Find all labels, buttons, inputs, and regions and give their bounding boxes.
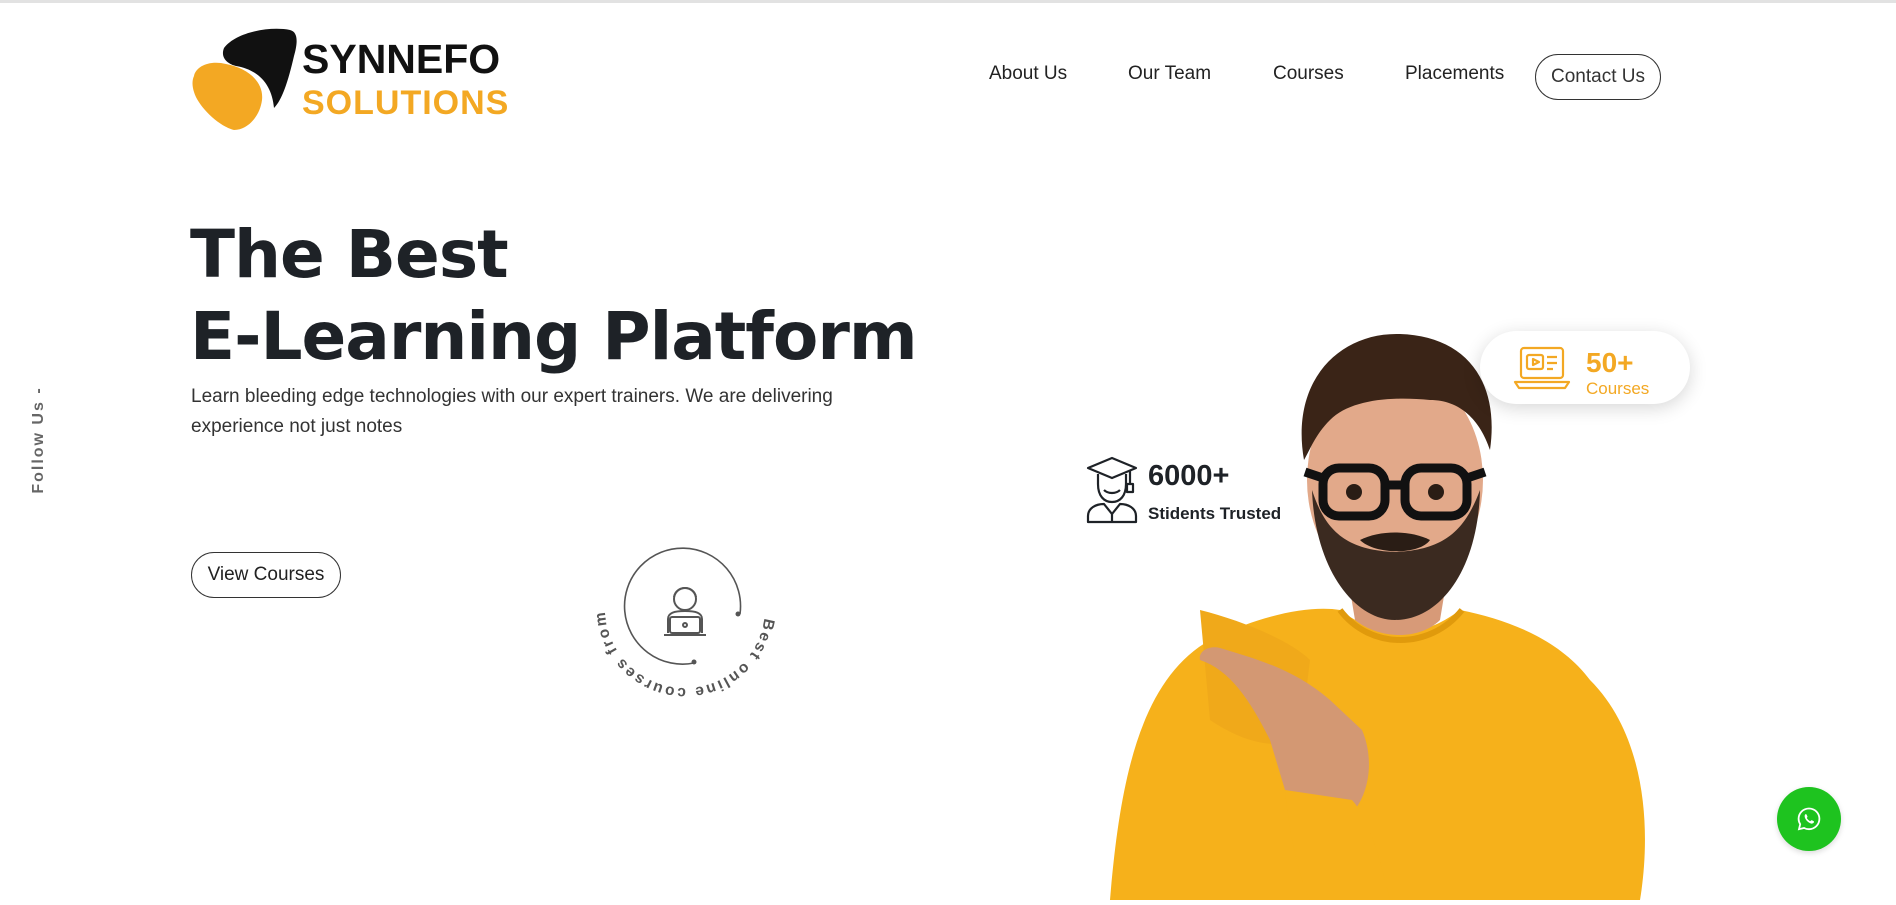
- whatsapp-icon: [1797, 807, 1821, 831]
- nav-our-team[interactable]: Our Team: [1128, 63, 1211, 85]
- rotating-badge: Best online courses from synnefo solutio…: [584, 500, 780, 703]
- courses-count: 50+: [1586, 347, 1634, 378]
- graduate-icon: [1086, 456, 1138, 524]
- courses-stat: 50+ Courses: [1480, 331, 1690, 404]
- logo-text-top: SYNNEFO: [302, 36, 501, 82]
- logo-text-bottom: SOLUTIONS: [302, 84, 510, 122]
- view-courses-button[interactable]: View Courses: [191, 552, 341, 598]
- follow-us-label: Follow Us -: [24, 380, 54, 500]
- hero-person-image: [1090, 320, 1670, 900]
- nav-placements[interactable]: Placements: [1405, 63, 1504, 85]
- follow-us-text: Follow Us -: [30, 386, 47, 494]
- courses-label: Courses: [1586, 379, 1650, 398]
- hero-title: The Best E-Learning Platform: [190, 214, 918, 378]
- hero-subtitle: Learn bleeding edge technologies with ou…: [191, 386, 833, 437]
- students-label: Stidents Trusted: [1148, 504, 1282, 523]
- hero-title-line-1: The Best: [190, 216, 509, 293]
- badge-graphic: Best online courses from synnefo solutio…: [584, 500, 777, 701]
- nav-courses[interactable]: Courses: [1273, 63, 1344, 85]
- hero-title-line-2: E-Learning Platform: [190, 298, 918, 375]
- contact-us-button[interactable]: Contact Us: [1535, 54, 1661, 100]
- whatsapp-button[interactable]: [1777, 787, 1841, 851]
- badge-circular-text: Best online courses from synnefo solutio…: [590, 513, 777, 701]
- top-divider: [0, 0, 1896, 3]
- laptop-video-icon: [1513, 346, 1571, 390]
- students-count: 6000+: [1148, 460, 1230, 492]
- logo-mark-icon: [192, 28, 297, 130]
- student-laptop-icon: [664, 587, 706, 636]
- nav-about-us[interactable]: About Us: [989, 63, 1067, 85]
- students-stat: 6000+ Stidents Trusted: [1082, 450, 1302, 530]
- brand-logo[interactable]: SYNNEFO SOLUTIONS: [190, 26, 508, 132]
- person-illustration: [1110, 333, 1645, 900]
